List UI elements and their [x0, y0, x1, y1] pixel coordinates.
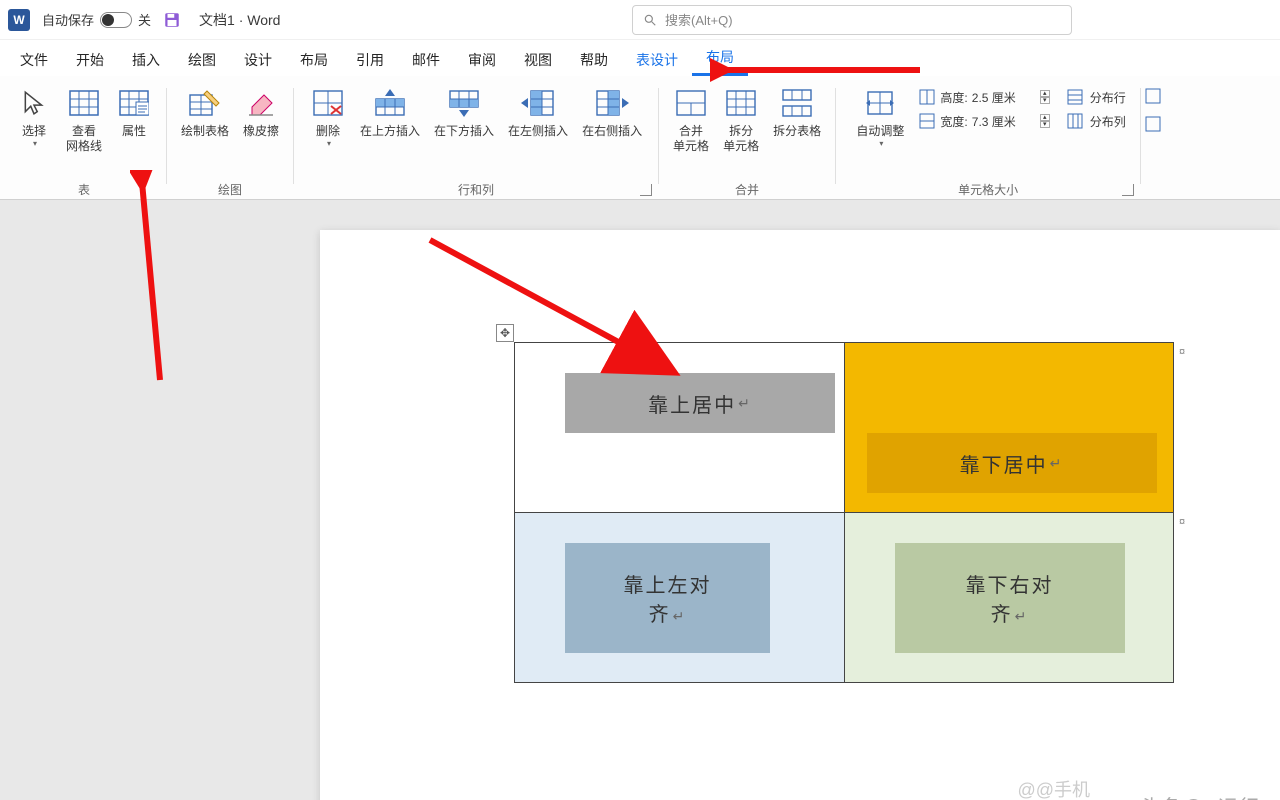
ribbon-tabs: 文件 开始 插入 绘图 设计 布局 引用 邮件 审阅 视图 帮助 表设计 布局: [0, 40, 1280, 76]
grid-icon: [67, 86, 101, 120]
autosave-off: 关: [138, 10, 151, 29]
properties-icon: [117, 86, 151, 120]
paragraph-mark-icon: ↵: [738, 395, 752, 412]
autofit-button[interactable]: 自动调整▾: [850, 84, 910, 148]
tab-table-layout[interactable]: 布局: [692, 39, 748, 76]
height-input[interactable]: 高度: 2.5 厘米 ▴▾: [918, 88, 1049, 106]
row-marker-icon: ¤: [1177, 517, 1187, 527]
group-cell-size: 自动调整▾ 高度: 2.5 厘米 ▴▾ 宽度: 7.3 厘米 ▴▾: [838, 84, 1138, 200]
split-table-icon: [780, 86, 814, 120]
group-table: 选择▾ 查看 网格线 属性 表: [4, 84, 164, 200]
paragraph-mark-icon: ↵: [1015, 608, 1029, 624]
group-rows-cols: 删除▾ 在上方插入 在下方插入 在左侧插入 在右侧插入 行和列: [296, 84, 656, 200]
insert-above-icon: [373, 86, 407, 120]
tab-references[interactable]: 引用: [342, 42, 398, 76]
delete-button[interactable]: 删除▾: [304, 84, 352, 148]
group-merge: 合并 单元格 拆分 单元格 拆分表格 合并: [661, 84, 833, 200]
group-draw: 绘制表格 橡皮擦 绘图: [169, 84, 291, 200]
distribute-rows-icon: [1066, 88, 1084, 106]
tab-review[interactable]: 审阅: [454, 42, 510, 76]
pencil-table-icon: [188, 86, 222, 120]
distribute-cols-button[interactable]: 分布列: [1066, 112, 1126, 130]
distribute-rows-button[interactable]: 分布行: [1066, 88, 1126, 106]
document-canvas[interactable]: ✥ 靠上居中↵ ¤ 靠下居中↵ ¤: [0, 200, 1280, 800]
cell-text-box: 靠上左对 齐↵: [565, 543, 770, 653]
tab-file[interactable]: 文件: [6, 42, 62, 76]
table-cell[interactable]: 靠上左对 齐↵ ¤: [515, 513, 845, 683]
rows-launcher-icon[interactable]: [640, 184, 652, 196]
size-launcher-icon[interactable]: [1122, 184, 1134, 196]
group-size-label: 单元格大小: [958, 181, 1018, 198]
insert-below-button[interactable]: 在下方插入: [428, 84, 500, 148]
group-table-label: 表: [78, 181, 90, 198]
merge-icon: [674, 86, 708, 120]
autosave-label: 自动保存: [42, 10, 94, 29]
delete-icon: [311, 86, 345, 120]
draw-table-button[interactable]: 绘制表格: [175, 84, 235, 139]
cell-text-box: 靠下右对 齐↵: [895, 543, 1125, 653]
insert-left-icon: [521, 86, 555, 120]
save-icon[interactable]: [163, 11, 181, 29]
paragraph-mark-icon: ↵: [673, 608, 687, 624]
split-icon: [724, 86, 758, 120]
insert-above-button[interactable]: 在上方插入: [354, 84, 426, 148]
toggle-icon[interactable]: [100, 12, 132, 28]
word-app-icon: W: [8, 9, 30, 31]
group-draw-label: 绘图: [218, 181, 242, 198]
group-align-cropped: [1143, 84, 1163, 200]
align-icon[interactable]: [1145, 116, 1161, 132]
search-input[interactable]: 搜索(Alt+Q): [632, 5, 1072, 35]
eraser-button[interactable]: 橡皮擦: [237, 84, 285, 139]
tab-layout[interactable]: 布局: [286, 42, 342, 76]
insert-right-button[interactable]: 在右侧插入: [576, 84, 648, 148]
tab-design[interactable]: 设计: [230, 42, 286, 76]
ribbon: 选择▾ 查看 网格线 属性 表 绘制表格 橡皮擦 绘图: [0, 76, 1280, 200]
page: ✥ 靠上居中↵ ¤ 靠下居中↵ ¤: [320, 230, 1280, 800]
paragraph-mark-icon: ↵: [1050, 455, 1064, 472]
stepper-icon[interactable]: ▴▾: [1040, 90, 1050, 104]
insert-right-icon: [595, 86, 629, 120]
distribute-cols-icon: [1066, 112, 1084, 130]
properties-button[interactable]: 属性: [110, 84, 158, 154]
watermark-text: 头条@S远行: [1140, 791, 1260, 800]
group-merge-label: 合并: [735, 181, 759, 198]
align-icon[interactable]: [1145, 88, 1161, 104]
autosave-toggle[interactable]: 自动保存 关: [42, 10, 151, 29]
insert-left-button[interactable]: 在左侧插入: [502, 84, 574, 148]
cell-text-box: 靠下居中↵: [867, 433, 1157, 493]
split-table-button[interactable]: 拆分表格: [767, 84, 827, 154]
eraser-icon: [244, 86, 278, 120]
width-input[interactable]: 宽度: 7.3 厘米 ▴▾: [918, 112, 1049, 130]
watermark-text: @@手机: [1017, 776, 1090, 800]
tab-help[interactable]: 帮助: [566, 42, 622, 76]
tab-table-design[interactable]: 表设计: [622, 42, 692, 76]
stepper-icon[interactable]: ▴▾: [1040, 114, 1050, 128]
search-placeholder: 搜索(Alt+Q): [665, 10, 733, 29]
tab-draw[interactable]: 绘图: [174, 42, 230, 76]
tab-insert[interactable]: 插入: [118, 42, 174, 76]
row-marker-icon: ¤: [1177, 347, 1187, 357]
cursor-icon: [17, 86, 51, 120]
table-cell[interactable]: 靠下居中↵ ¤: [844, 343, 1174, 513]
search-icon: [643, 13, 657, 27]
merge-cells-button[interactable]: 合并 单元格: [667, 84, 715, 154]
select-button[interactable]: 选择▾: [10, 84, 58, 154]
height-icon: [918, 88, 936, 106]
tab-home[interactable]: 开始: [62, 42, 118, 76]
table-cell[interactable]: 靠下右对 齐↵ ¤: [844, 513, 1174, 683]
document-table[interactable]: 靠上居中↵ ¤ 靠下居中↵ ¤ 靠上左对 齐↵ ¤: [514, 342, 1174, 683]
insert-below-icon: [447, 86, 481, 120]
tab-view[interactable]: 视图: [510, 42, 566, 76]
view-gridlines-button[interactable]: 查看 网格线: [60, 84, 108, 154]
autofit-icon: [863, 86, 897, 120]
cell-text-box: 靠上居中↵: [565, 373, 835, 433]
split-cells-button[interactable]: 拆分 单元格: [717, 84, 765, 154]
tab-mailings[interactable]: 邮件: [398, 42, 454, 76]
document-title: 文档1 · Word: [199, 10, 280, 30]
width-icon: [918, 112, 936, 130]
table-cell[interactable]: 靠上居中↵ ¤: [515, 343, 845, 513]
table-move-handle-icon[interactable]: ✥: [496, 324, 514, 342]
group-rows-label: 行和列: [458, 181, 494, 198]
title-bar: W 自动保存 关 文档1 · Word 搜索(Alt+Q): [0, 0, 1280, 40]
